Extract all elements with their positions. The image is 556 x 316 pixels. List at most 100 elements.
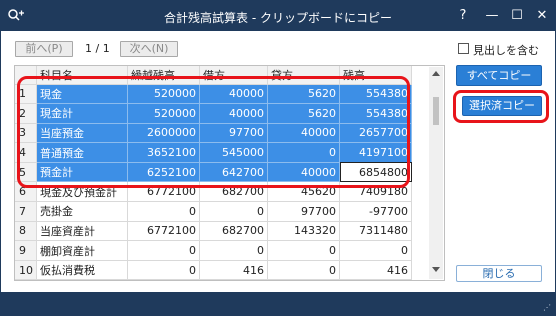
maximize-button[interactable]: ☐ <box>506 6 528 26</box>
table-row[interactable]: 7 売掛金 0 0 97700 -97700 <box>15 201 412 222</box>
cell-carryover[interactable]: 3652100 <box>127 142 200 163</box>
cell-account[interactable]: 当座資産計 <box>36 221 128 242</box>
cell-account[interactable]: 預金計 <box>36 162 128 183</box>
include-headings-label[interactable]: 見出しを含む <box>473 42 539 58</box>
cell-balance[interactable]: 2657700 <box>339 123 412 144</box>
cell-account[interactable]: 仮払消費税 <box>36 260 128 280</box>
row-number[interactable]: 7 <box>15 201 37 222</box>
column-header-balance[interactable]: 残高 <box>339 66 412 85</box>
cell-balance[interactable]: 416 <box>339 260 412 280</box>
copy-to-clipboard-dialog: 合計残高試算表 - クリップボードにコピー ? — ☐ ✕ 前へ(P) 1 / … <box>0 0 556 316</box>
column-header-account[interactable]: 科目名 <box>36 66 128 85</box>
cell-account[interactable]: 当座預金 <box>36 123 128 144</box>
cell-credit[interactable]: 0 <box>267 260 340 280</box>
table-row[interactable]: 3 当座預金 2600000 97700 40000 2657700 <box>15 123 412 144</box>
cell-account[interactable]: 現金 <box>36 84 128 105</box>
table-row[interactable]: 4 普通預金 3652100 545000 0 4197100 <box>15 142 412 163</box>
row-number[interactable]: 10 <box>15 260 37 280</box>
include-headings-checkbox[interactable] <box>458 43 469 54</box>
cell-credit[interactable]: 0 <box>267 240 340 261</box>
cell-carryover[interactable]: 6252100 <box>127 162 200 183</box>
cell-carryover[interactable]: 6772100 <box>127 181 200 203</box>
cell-balance[interactable]: 6854800 <box>339 162 412 183</box>
cell-balance[interactable]: 7409180 <box>339 181 412 203</box>
help-button[interactable]: ? <box>452 6 474 26</box>
minimize-button[interactable]: — <box>481 6 503 26</box>
cell-debit[interactable]: 682700 <box>199 221 268 242</box>
cell-carryover[interactable]: 520000 <box>127 84 200 105</box>
cell-debit[interactable]: 40000 <box>199 103 268 124</box>
table-row[interactable]: 8 当座資産計 6772100 682700 143320 7311480 <box>15 221 412 242</box>
cell-credit[interactable]: 40000 <box>267 162 340 183</box>
row-number[interactable]: 3 <box>15 123 37 144</box>
cell-credit[interactable]: 0 <box>267 142 340 163</box>
cell-balance[interactable]: 554380 <box>339 103 412 124</box>
cell-balance[interactable]: 0 <box>339 240 412 261</box>
cell-credit[interactable]: 97700 <box>267 201 340 222</box>
row-number[interactable]: 2 <box>15 103 37 124</box>
data-table: 科目名 繰越残高 借方 貸方 残高 1 現金 520000 40000 5620 5543… <box>15 66 412 280</box>
cell-credit[interactable]: 45620 <box>267 181 340 203</box>
cell-carryover[interactable]: 0 <box>127 240 200 261</box>
cell-debit[interactable]: 682700 <box>199 181 268 203</box>
row-number[interactable]: 8 <box>15 221 37 242</box>
table-body: 1 現金 520000 40000 5620 554380 2 現金計 520000 40000 5… <box>15 84 412 280</box>
row-number[interactable]: 1 <box>15 84 37 105</box>
cell-carryover[interactable]: 520000 <box>127 103 200 124</box>
scroll-up-arrow-icon[interactable] <box>432 71 440 76</box>
cell-debit[interactable]: 0 <box>199 201 268 222</box>
next-page-button[interactable]: 次へ(N) <box>120 41 178 57</box>
cell-debit[interactable]: 545000 <box>199 142 268 163</box>
cell-account[interactable]: 現金及び預金計 <box>36 181 128 203</box>
trial-balance-grid[interactable]: 科目名 繰越残高 借方 貸方 残高 1 現金 520000 40000 5620 5543… <box>14 65 445 281</box>
cell-debit[interactable]: 40000 <box>199 84 268 105</box>
column-header-carryover[interactable]: 繰越残高 <box>127 66 200 85</box>
help-icon: ? <box>459 8 467 23</box>
minimize-icon: — <box>485 8 499 23</box>
close-button[interactable]: 閉じる <box>456 265 542 282</box>
cell-balance[interactable]: 7311480 <box>339 221 412 242</box>
prev-page-button[interactable]: 前へ(P) <box>15 41 73 57</box>
cell-carryover[interactable]: 6772100 <box>127 221 200 242</box>
row-number[interactable]: 6 <box>15 181 37 203</box>
table-row[interactable]: 10 仮払消費税 0 416 0 416 <box>15 260 412 280</box>
copy-selected-button[interactable]: 選択済コピー <box>462 96 542 116</box>
cell-debit[interactable]: 97700 <box>199 123 268 144</box>
scroll-thumb[interactable] <box>433 97 439 125</box>
column-header-debit[interactable]: 借方 <box>199 66 268 85</box>
status-bar: ⋰ <box>1 292 555 315</box>
cell-carryover[interactable]: 0 <box>127 201 200 222</box>
resize-grip-icon[interactable]: ⋰ <box>543 303 552 312</box>
cell-debit[interactable]: 416 <box>199 260 268 280</box>
row-number[interactable]: 4 <box>15 142 37 163</box>
cell-balance[interactable]: 4197100 <box>339 142 412 163</box>
cell-account[interactable]: 普通預金 <box>36 142 128 163</box>
scroll-down-arrow-icon[interactable] <box>432 267 440 272</box>
cell-carryover[interactable]: 0 <box>127 260 200 280</box>
cell-balance[interactable]: 554380 <box>339 84 412 105</box>
row-number[interactable]: 9 <box>15 240 37 261</box>
cell-account[interactable]: 現金計 <box>36 103 128 124</box>
cell-account[interactable]: 棚卸資産計 <box>36 240 128 261</box>
cell-debit[interactable]: 642700 <box>199 162 268 183</box>
table-row[interactable]: 2 現金計 520000 40000 5620 554380 <box>15 103 412 124</box>
table-row[interactable]: 9 棚卸資産計 0 0 0 0 <box>15 240 412 261</box>
corner-header[interactable] <box>15 66 37 85</box>
row-number[interactable]: 5 <box>15 162 37 183</box>
cell-credit[interactable]: 5620 <box>267 84 340 105</box>
cell-credit[interactable]: 40000 <box>267 123 340 144</box>
table-row[interactable]: 5 預金計 6252100 642700 40000 6854800 <box>15 162 412 183</box>
table-row[interactable]: 1 現金 520000 40000 5620 554380 <box>15 84 412 105</box>
cell-debit[interactable]: 0 <box>199 240 268 261</box>
column-header-credit[interactable]: 貸方 <box>267 66 340 85</box>
vertical-scrollbar[interactable] <box>429 67 443 279</box>
cell-account[interactable]: 売掛金 <box>36 201 128 222</box>
copy-all-button[interactable]: すべてコピー <box>456 65 542 86</box>
table-row[interactable]: 6 現金及び預金計 6772100 682700 45620 7409180 <box>15 181 412 203</box>
close-window-button[interactable]: ✕ <box>531 6 553 26</box>
cell-credit[interactable]: 5620 <box>267 103 340 124</box>
cell-carryover[interactable]: 2600000 <box>127 123 200 144</box>
cell-credit[interactable]: 143320 <box>267 221 340 242</box>
title-bar[interactable]: 合計残高試算表 - クリップボードにコピー ? — ☐ ✕ <box>1 1 555 31</box>
cell-balance[interactable]: -97700 <box>339 201 412 222</box>
